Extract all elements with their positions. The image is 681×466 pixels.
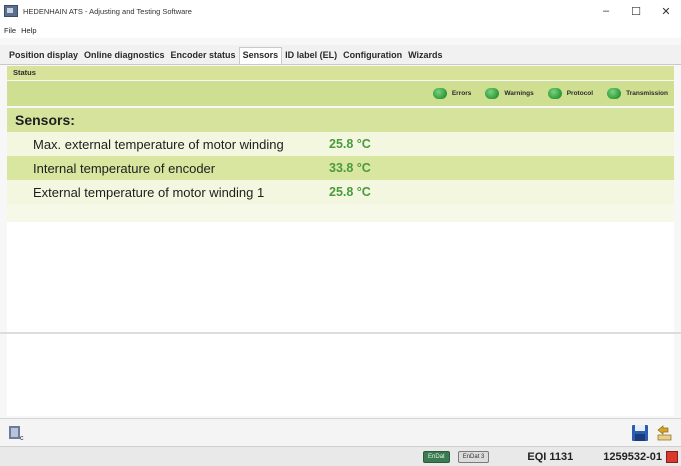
status-led-icon [547,88,562,99]
tab-bar: Position display Online diagnostics Enco… [0,45,681,65]
transmission-indicator[interactable]: Transmission [607,88,668,99]
title-bar: HEDENHAIN ATS - Adjusting and Testing So… [0,0,681,22]
window-controls: – ☐ ✕ [591,0,681,22]
status-indicator-bar: Errors Warnings Protocol Transmission [7,81,674,106]
tab-configuration[interactable]: Configuration [340,50,405,64]
endat-indicator: EnDat [423,450,450,463]
message-area [7,334,674,416]
sensor-name: External temperature of motor winding 1 [33,184,265,200]
menu-file[interactable]: File [4,26,16,35]
tab-id-label[interactable]: ID label (EL) [282,50,340,64]
sensor-name: Max. external temperature of motor windi… [33,136,284,152]
sensor-value: 33.8 °C [329,161,371,175]
minimize-button[interactable]: – [591,0,621,22]
indicator-label: Protocol [566,90,594,97]
indicator-label: Errors [451,90,472,97]
clear-icon[interactable]: c [8,424,26,442]
content-area [7,222,674,332]
svg-text:c: c [20,435,24,442]
tab-position-display[interactable]: Position display [6,50,81,64]
protocol-indicator[interactable]: Protocol [547,88,594,99]
status-bar: EnDat EnDat 3 EQI 1131 1259532-01 [0,446,681,466]
status-header: Status [7,66,674,80]
status-led-icon [485,88,500,99]
tab-online-diagnostics[interactable]: Online diagnostics [81,50,168,64]
exit-icon[interactable] [655,424,673,442]
sensor-row: External temperature of motor winding 1 … [7,180,674,204]
sensor-row: Internal temperature of encoder 33.8 °C [7,156,674,180]
indicator-label: Transmission [626,90,668,97]
device-name: EQI 1131 [527,450,574,463]
tab-sensors[interactable]: Sensors [238,47,283,64]
serial-number: 1259532-01 [603,450,662,463]
app-icon [4,5,18,17]
sensors-title: Sensors: [7,108,674,132]
save-icon[interactable] [631,424,649,442]
sensor-value: 25.8 °C [329,137,371,151]
sensor-name: Internal temperature of encoder [33,160,216,176]
app-window: HEDENHAIN ATS - Adjusting and Testing So… [0,0,681,466]
menu-help[interactable]: Help [21,26,36,35]
tab-encoder-status[interactable]: Encoder status [168,50,239,64]
window-title: HEDENHAIN ATS - Adjusting and Testing So… [23,6,192,16]
errors-indicator[interactable]: Errors [432,88,472,99]
close-button[interactable]: ✕ [651,0,681,22]
indicator-label: Warnings [504,90,534,97]
status-led-icon [432,88,447,99]
menu-bar: File Help [0,22,681,38]
maximize-button[interactable]: ☐ [621,0,651,22]
warnings-indicator[interactable]: Warnings [485,88,534,99]
sensor-row: Max. external temperature of motor windi… [7,132,674,156]
tab-wizards[interactable]: Wizards [405,50,445,64]
error-status-icon [666,450,678,463]
status-led-icon [607,88,622,99]
sensor-value: 25.8 °C [329,185,371,199]
endat3-indicator: EnDat 3 [457,450,490,463]
bottom-toolbar: c [0,418,681,446]
sensors-panel: Sensors: Max. external temperature of mo… [7,108,674,222]
